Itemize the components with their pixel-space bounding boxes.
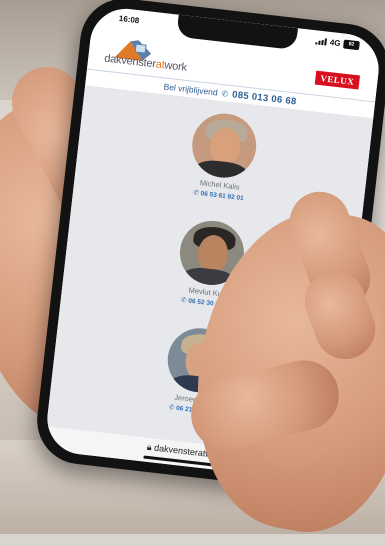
status-right: 4G 82 <box>315 36 360 51</box>
network-label: 4G <box>329 37 342 49</box>
battery-icon: 82 <box>342 39 360 51</box>
velux-logo: VELUX <box>314 70 361 90</box>
phone-icon: ✆ <box>221 88 229 99</box>
avatar <box>188 110 260 182</box>
status-time: 16:08 <box>118 13 140 26</box>
signal-icon <box>315 37 328 46</box>
